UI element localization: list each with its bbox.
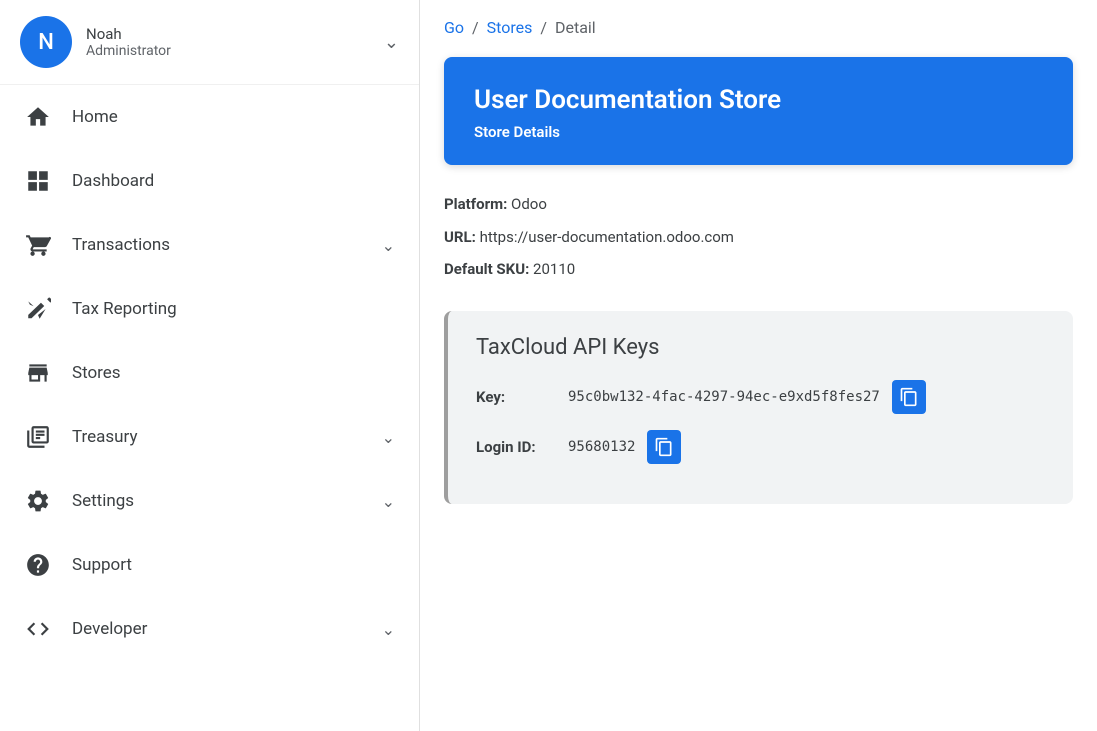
sidebar-item-transactions[interactable]: Transactions ⌄ (0, 213, 419, 277)
url-label: URL: (444, 228, 476, 246)
transactions-chevron[interactable]: ⌄ (382, 236, 395, 255)
treasury-chevron[interactable]: ⌄ (382, 428, 395, 447)
api-keys-card: TaxCloud API Keys Key: 95c0bw132-4fac-42… (444, 311, 1073, 504)
developer-chevron[interactable]: ⌄ (382, 620, 395, 639)
store-subtitle: Store Details (474, 123, 1043, 141)
url-value: https://user-documentation.odoo.com (480, 228, 734, 246)
sidebar-item-label: Developer (72, 619, 362, 639)
sidebar-item-tax-reporting[interactable]: Tax Reporting (0, 277, 419, 341)
stores-icon (24, 359, 52, 387)
login-id-row: Login ID: 95680132 (476, 430, 1045, 464)
sidebar-item-label: Stores (72, 363, 395, 383)
copy-key-button[interactable] (892, 380, 926, 414)
platform-row: Platform: Odoo (444, 193, 1073, 216)
breadcrumb-sep1: / (472, 18, 479, 37)
home-icon (24, 103, 52, 131)
settings-chevron[interactable]: ⌄ (382, 492, 395, 511)
sidebar-item-developer[interactable]: Developer ⌄ (0, 597, 419, 661)
breadcrumb-go[interactable]: Go (444, 18, 464, 37)
sidebar-item-support[interactable]: Support (0, 533, 419, 597)
platform-label: Platform: (444, 195, 507, 213)
login-label: Login ID: (476, 438, 556, 456)
api-key-row: Key: 95c0bw132-4fac-4297-94ec-e9xd5f8fes… (476, 380, 1045, 414)
user-role: Administrator (86, 43, 370, 59)
sidebar-item-treasury[interactable]: Treasury ⌄ (0, 405, 419, 469)
cart-icon (24, 231, 52, 259)
sidebar-item-home[interactable]: Home (0, 85, 419, 149)
copy-login-button[interactable] (647, 430, 681, 464)
nav-menu: Home Dashboard Transactions ⌄ (0, 85, 419, 661)
sku-row: Default SKU: 20110 (444, 258, 1073, 281)
avatar: N (20, 16, 72, 68)
sidebar-item-label: Tax Reporting (72, 299, 395, 319)
settings-icon (24, 487, 52, 515)
dashboard-icon (24, 167, 52, 195)
user-name: Noah (86, 25, 370, 43)
breadcrumb-detail: Detail (555, 18, 596, 37)
key-label: Key: (476, 388, 556, 406)
sidebar-item-label: Treasury (72, 427, 362, 447)
sidebar-item-label: Dashboard (72, 171, 395, 191)
breadcrumb-sep2: / (540, 18, 547, 37)
breadcrumb: Go / Stores / Detail (420, 0, 1097, 37)
store-title: User Documentation Store (474, 85, 1043, 115)
url-row: URL: https://user-documentation.odoo.com (444, 226, 1073, 249)
breadcrumb-stores[interactable]: Stores (487, 18, 533, 37)
tax-icon (24, 295, 52, 323)
user-profile-header[interactable]: N Noah Administrator ⌄ (0, 0, 419, 85)
developer-icon (24, 615, 52, 643)
sidebar-item-dashboard[interactable]: Dashboard (0, 149, 419, 213)
user-info: Noah Administrator (86, 25, 370, 59)
sidebar-item-settings[interactable]: Settings ⌄ (0, 469, 419, 533)
store-header-card: User Documentation Store Store Details (444, 57, 1073, 165)
platform-value: Odoo (511, 195, 547, 213)
store-details: Platform: Odoo URL: https://user-documen… (420, 165, 1097, 307)
api-keys-title: TaxCloud API Keys (476, 335, 1045, 360)
sku-value: 20110 (533, 260, 575, 278)
treasury-icon (24, 423, 52, 451)
sidebar-item-label: Transactions (72, 235, 362, 255)
sidebar-item-label: Settings (72, 491, 362, 511)
sku-label: Default SKU: (444, 260, 529, 278)
support-icon (24, 551, 52, 579)
sidebar-item-stores[interactable]: Stores (0, 341, 419, 405)
user-menu-chevron[interactable]: ⌄ (384, 32, 399, 53)
sidebar-item-label: Support (72, 555, 395, 575)
login-value: 95680132 (568, 439, 635, 455)
main-content: Go / Stores / Detail User Documentation … (420, 0, 1097, 731)
key-value: 95c0bw132-4fac-4297-94ec-e9xd5f8fes27 (568, 389, 880, 405)
sidebar-item-label: Home (72, 107, 395, 127)
